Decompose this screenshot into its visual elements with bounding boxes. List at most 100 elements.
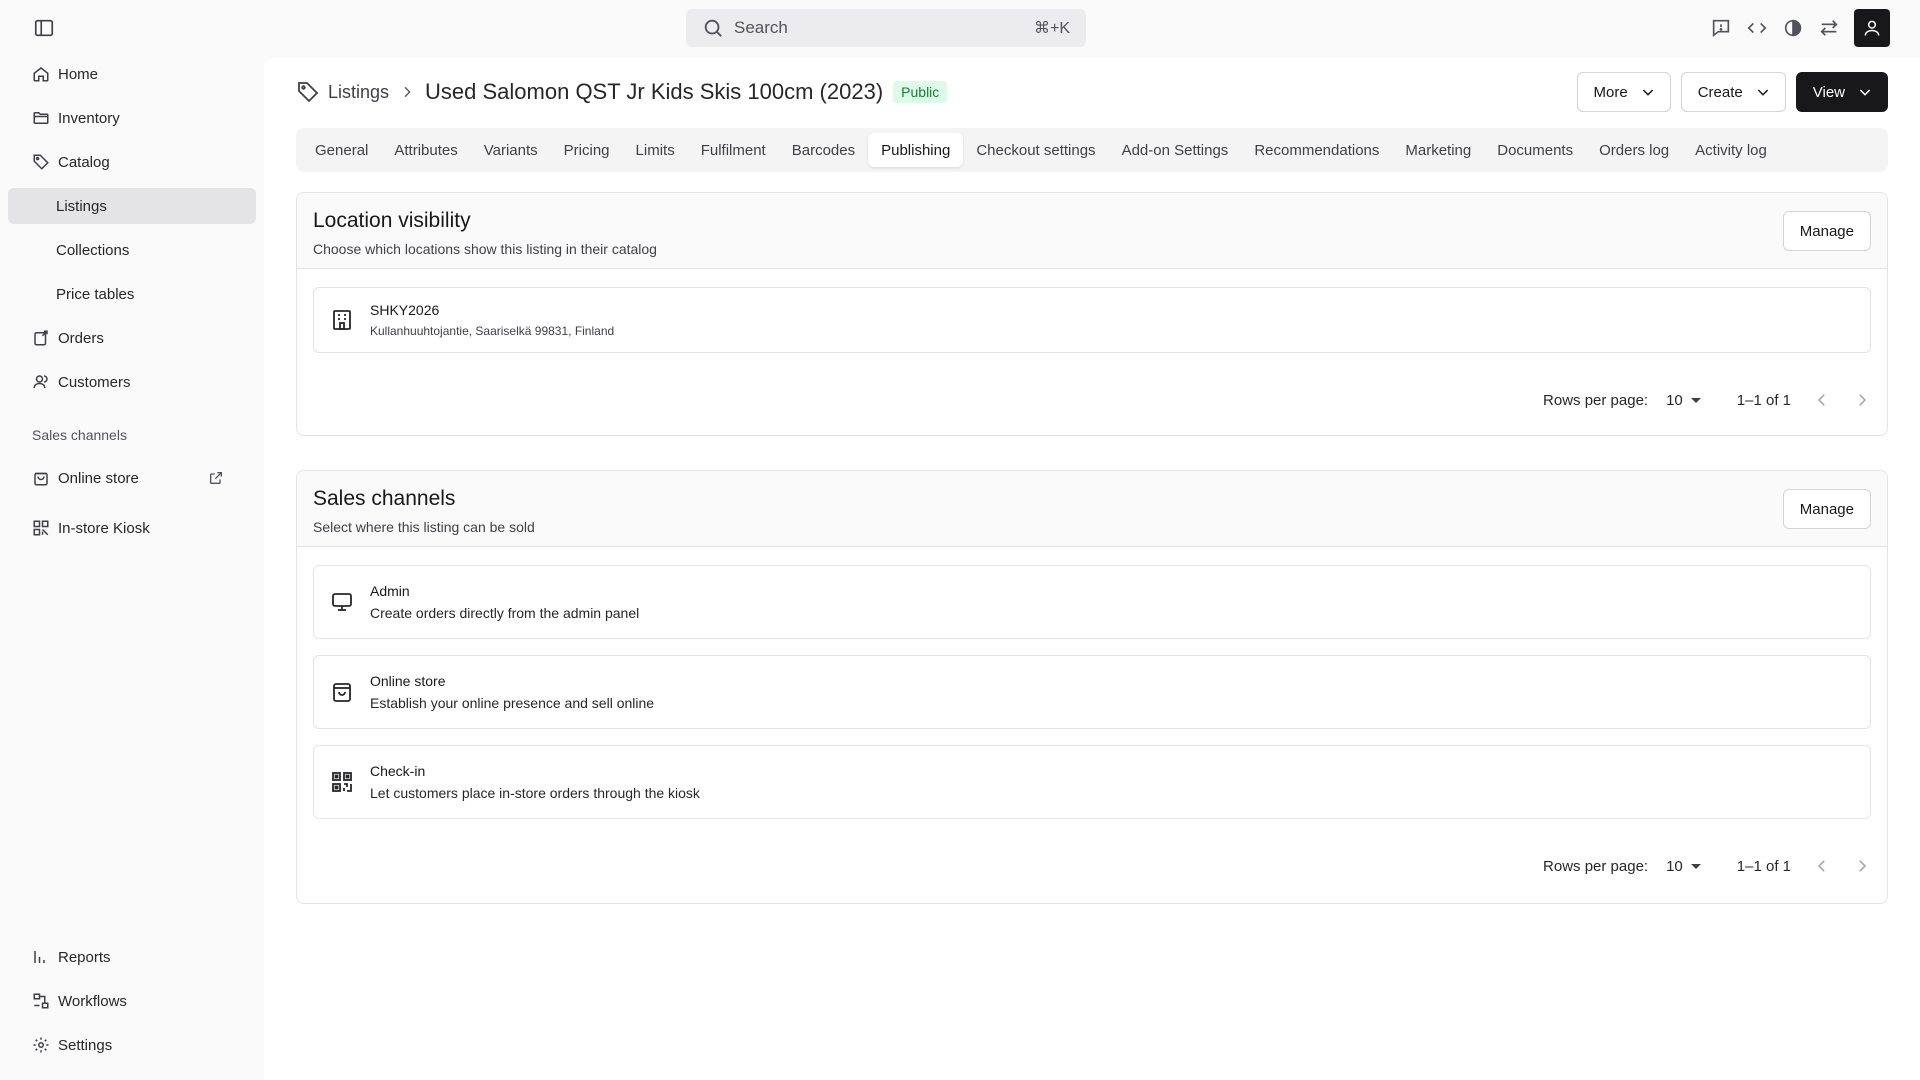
sidebar-item-label: Orders bbox=[58, 329, 104, 347]
sidebar-toggle-icon[interactable] bbox=[33, 17, 55, 39]
card-description: Choose which locations show this listing… bbox=[313, 241, 657, 257]
channel-text: Check-in Let customers place in-store or… bbox=[370, 763, 700, 801]
caret-down-icon bbox=[1690, 863, 1701, 869]
more-button[interactable]: More bbox=[1576, 72, 1671, 112]
sidebar-item-label: Home bbox=[58, 65, 99, 83]
qr-code-icon bbox=[330, 770, 354, 794]
channel-description: Establish your online presence and sell … bbox=[370, 695, 655, 711]
tab-add-on-settings[interactable]: Add-on Settings bbox=[1109, 133, 1242, 167]
orders-icon bbox=[32, 329, 50, 347]
sidebar-item-label: Settings bbox=[58, 1036, 113, 1054]
channel-row-online-store[interactable]: Online store Establish your online prese… bbox=[313, 655, 1871, 729]
next-page-icon[interactable] bbox=[1853, 391, 1871, 409]
tab-orders-log[interactable]: Orders log bbox=[1586, 133, 1682, 167]
tab-checkout-settings[interactable]: Checkout settings bbox=[963, 133, 1108, 167]
sidebar: Home Inventory Catalog Listings Collecti… bbox=[0, 56, 262, 1080]
sidebar-item-label: Reports bbox=[58, 948, 111, 966]
switch-icon[interactable] bbox=[1818, 17, 1840, 39]
card-title: Location visibility bbox=[313, 209, 471, 232]
pagination: Rows per page: 10 1–1 of 1 bbox=[1543, 391, 1871, 409]
tab-documents[interactable]: Documents bbox=[1484, 133, 1586, 167]
card-header: Sales channels Select where this listing… bbox=[297, 471, 1887, 547]
breadcrumb-listings[interactable]: Listings bbox=[328, 82, 389, 103]
sidebar-item-customers[interactable]: Customers bbox=[8, 364, 256, 400]
store-icon bbox=[32, 469, 50, 487]
users-icon bbox=[32, 373, 50, 391]
tab-pricing[interactable]: Pricing bbox=[551, 133, 623, 167]
status-badge: Public bbox=[893, 81, 948, 103]
external-link-icon[interactable] bbox=[208, 470, 224, 486]
more-button-label: More bbox=[1593, 83, 1628, 101]
previous-page-icon[interactable] bbox=[1813, 391, 1831, 409]
channel-name: Check-in bbox=[370, 763, 426, 779]
sidebar-item-settings[interactable]: Settings bbox=[8, 1027, 256, 1063]
sidebar-item-catalog[interactable]: Catalog bbox=[8, 144, 256, 180]
previous-page-icon[interactable] bbox=[1813, 857, 1831, 875]
sidebar-item-inventory[interactable]: Inventory bbox=[8, 100, 256, 136]
sidebar-item-label: Catalog bbox=[58, 153, 110, 171]
sidebar-item-label: Inventory bbox=[58, 109, 120, 127]
top-actions bbox=[1710, 9, 1890, 47]
manage-locations-button[interactable]: Manage bbox=[1782, 211, 1871, 251]
rows-per-page-select[interactable]: 10 bbox=[1666, 392, 1701, 409]
feedback-icon[interactable] bbox=[1710, 17, 1732, 39]
rows-per-page-value: 10 bbox=[1666, 391, 1683, 409]
code-icon[interactable] bbox=[1746, 17, 1768, 39]
sidebar-item-orders[interactable]: Orders bbox=[8, 320, 256, 356]
location-text: SHKY2026 Kullanhuuhtojantie, Saariselkä … bbox=[370, 302, 614, 338]
search-placeholder: Search bbox=[734, 18, 788, 37]
user-icon bbox=[1862, 18, 1882, 38]
tab-publishing[interactable]: Publishing bbox=[868, 133, 964, 167]
sidebar-item-price-tables[interactable]: Price tables bbox=[8, 276, 256, 312]
rows-per-page-select[interactable]: 10 bbox=[1666, 858, 1701, 875]
tag-icon bbox=[296, 80, 320, 104]
theme-icon[interactable] bbox=[1782, 17, 1804, 39]
tab-general[interactable]: General bbox=[302, 133, 381, 167]
workflows-icon bbox=[32, 992, 50, 1010]
channel-row-admin[interactable]: Admin Create orders directly from the ad… bbox=[313, 565, 1871, 639]
sales-channels-heading: Sales channels bbox=[32, 427, 127, 443]
kiosk-icon bbox=[32, 519, 50, 537]
manage-channels-button[interactable]: Manage bbox=[1782, 489, 1871, 529]
sales-channels-card: Sales channels Select where this listing… bbox=[296, 470, 1888, 904]
channel-row-check-in[interactable]: Check-in Let customers place in-store or… bbox=[313, 745, 1871, 819]
create-button-label: Create bbox=[1697, 83, 1743, 101]
search-shortcut: ⌘+K bbox=[1033, 20, 1070, 37]
tab-attributes[interactable]: Attributes bbox=[381, 133, 470, 167]
tab-activity-log[interactable]: Activity log bbox=[1682, 133, 1780, 167]
location-visibility-card: Location visibility Choose which locatio… bbox=[296, 192, 1888, 436]
shopping-bag-icon bbox=[330, 680, 354, 704]
search-input[interactable]: Search ⌘+K bbox=[686, 9, 1086, 47]
location-row[interactable]: SHKY2026 Kullanhuuhtojantie, Saariselkä … bbox=[313, 287, 1871, 353]
gear-icon bbox=[32, 1036, 50, 1054]
tab-barcodes[interactable]: Barcodes bbox=[779, 133, 868, 167]
create-button[interactable]: Create bbox=[1680, 72, 1786, 112]
sidebar-item-listings[interactable]: Listings bbox=[8, 188, 256, 224]
sidebar-item-online-store[interactable]: Online store bbox=[8, 460, 256, 496]
card-title: Sales channels bbox=[313, 487, 456, 510]
channel-description: Let customers place in-store orders thro… bbox=[370, 785, 700, 801]
pagination-range: 1–1 of 1 bbox=[1736, 391, 1791, 409]
tab-marketing[interactable]: Marketing bbox=[1392, 133, 1484, 167]
sidebar-item-label: Online store bbox=[58, 469, 139, 487]
tab-fulfilment[interactable]: Fulfilment bbox=[688, 133, 779, 167]
view-button[interactable]: View bbox=[1795, 72, 1888, 112]
channel-description: Create orders directly from the admin pa… bbox=[370, 605, 640, 621]
chevron-down-icon bbox=[1755, 84, 1771, 100]
sidebar-item-label: Collections bbox=[56, 241, 130, 259]
sidebar-item-reports[interactable]: Reports bbox=[8, 939, 256, 975]
user-menu-button[interactable] bbox=[1854, 9, 1890, 47]
tab-limits[interactable]: Limits bbox=[623, 133, 688, 167]
next-page-icon[interactable] bbox=[1853, 857, 1871, 875]
chevron-down-icon bbox=[1640, 84, 1656, 100]
sidebar-item-in-store-kiosk[interactable]: In-store Kiosk bbox=[8, 510, 256, 546]
sidebar-item-workflows[interactable]: Workflows bbox=[8, 983, 256, 1019]
location-name: SHKY2026 bbox=[370, 302, 440, 318]
tab-recommendations[interactable]: Recommendations bbox=[1241, 133, 1392, 167]
main-panel: Listings Used Salomon QST Jr Kids Skis 1… bbox=[264, 58, 1920, 1080]
location-address: Kullanhuuhtojantie, Saariselkä 99831, Fi… bbox=[370, 324, 615, 338]
sidebar-item-home[interactable]: Home bbox=[8, 56, 256, 92]
tab-variants[interactable]: Variants bbox=[471, 133, 551, 167]
sidebar-item-collections[interactable]: Collections bbox=[8, 232, 256, 268]
page-title: Used Salomon QST Jr Kids Skis 100cm (202… bbox=[425, 79, 884, 104]
